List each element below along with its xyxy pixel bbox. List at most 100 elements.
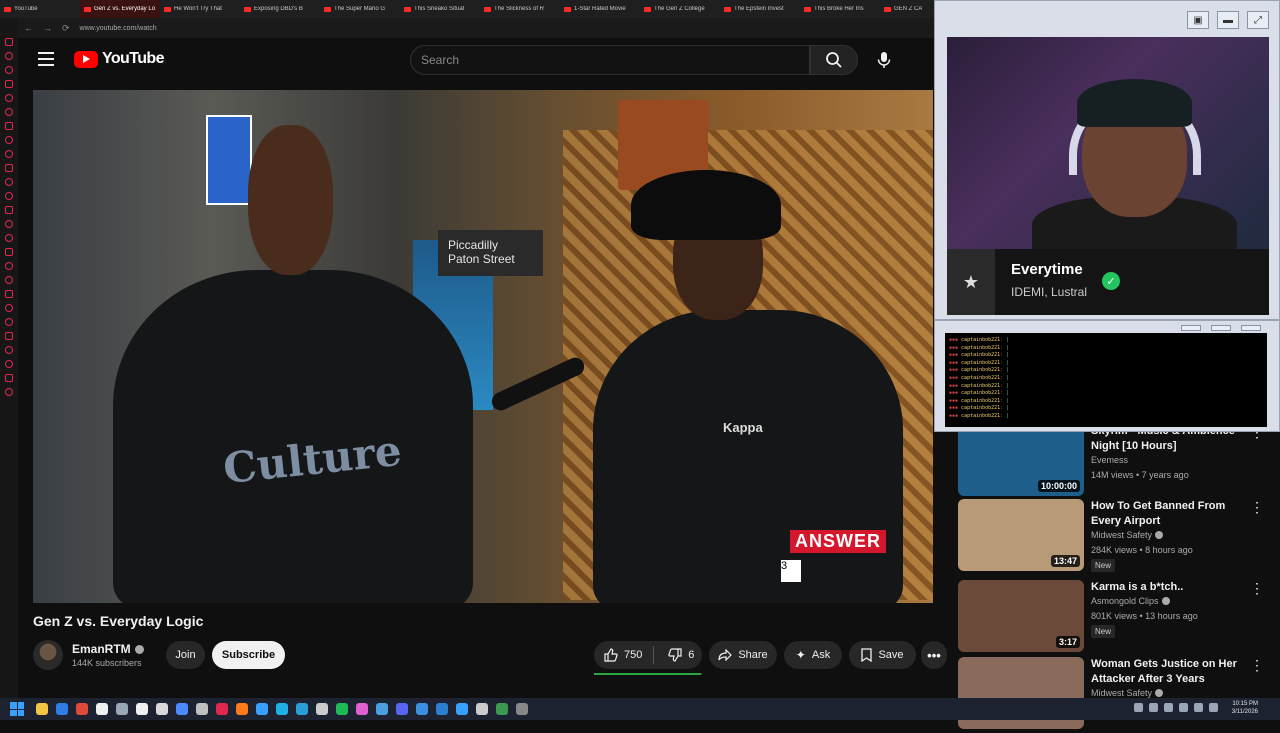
more-vertical-icon[interactable]: ⋮	[1250, 657, 1264, 674]
recommended-channel[interactable]: Evemess	[1091, 455, 1128, 465]
browser-tab[interactable]: Exposing DBD's B	[240, 0, 320, 18]
browser-tab[interactable]: This Broke Her Ins	[800, 0, 880, 18]
browser-tab[interactable]: 1-Star Rated Movie	[560, 0, 640, 18]
recommended-video[interactable]: 13:47 How To Get Banned From Every Airpor…	[958, 499, 1270, 575]
browser-tab[interactable]: This Sneako Situat	[400, 0, 480, 18]
video-player[interactable]: Piccadilly Paton Street Culture Kappa AN…	[33, 90, 933, 603]
video-thumbnail[interactable]: 10:00:00	[958, 424, 1084, 496]
taskbar-app-icon[interactable]	[476, 703, 488, 715]
browser-tab[interactable]: The Gen Z College	[640, 0, 720, 18]
taskbar-app-icon[interactable]	[136, 703, 148, 715]
back-icon[interactable]: ←	[24, 23, 33, 33]
sidebar-app-icon[interactable]	[5, 122, 13, 130]
taskbar-app-icon[interactable]	[336, 703, 348, 715]
sidebar-app-icon[interactable]	[5, 136, 13, 144]
sidebar-app-icon[interactable]	[5, 332, 13, 340]
taskbar-app-icon[interactable]	[516, 703, 528, 715]
url-field[interactable]: www.youtube.com/watch	[80, 25, 157, 32]
close-window-button[interactable]	[1241, 325, 1261, 331]
restore-window-button[interactable]: ▣	[1187, 11, 1209, 29]
taskbar-app-icon[interactable]	[296, 703, 308, 715]
youtube-logo[interactable]: YouTube	[74, 50, 164, 68]
taskbar-app-icon[interactable]	[396, 703, 408, 715]
browser-tab[interactable]: GEN Z CA	[880, 0, 940, 18]
share-button[interactable]: Share	[709, 641, 777, 669]
tray-icon[interactable]	[1134, 703, 1143, 712]
taskbar-app-icon[interactable]	[436, 703, 448, 715]
recommended-video[interactable]: 3:17 Karma is a b*tch.. Asmongold Clips 801…	[958, 580, 1270, 656]
sidebar-app-icon[interactable]	[5, 220, 13, 228]
join-button[interactable]: Join	[166, 641, 205, 669]
restore-window-button[interactable]	[1211, 325, 1231, 331]
browser-tab[interactable]: The Super Mario G	[320, 0, 400, 18]
taskbar-app-icon[interactable]	[236, 703, 248, 715]
reload-icon[interactable]: ⟳	[62, 23, 70, 34]
recommended-video[interactable]: Woman Gets Justice on Her Attacker After…	[958, 657, 1270, 733]
video-thumbnail[interactable]: 13:47	[958, 499, 1084, 571]
sidebar-app-icon[interactable]	[5, 262, 13, 270]
channel-name[interactable]: EmanRTM	[72, 642, 144, 656]
recommended-video-title[interactable]: How To Get Banned From Every Airport	[1091, 499, 1249, 529]
taskbar-app-icon[interactable]	[356, 703, 368, 715]
like-button[interactable]: 750	[594, 641, 647, 669]
voice-search-button[interactable]	[868, 44, 900, 76]
taskbar-app-icon[interactable]	[276, 703, 288, 715]
dislike-button[interactable]: 6	[660, 641, 702, 669]
sidebar-app-icon[interactable]	[5, 164, 13, 172]
sidebar-app-icon[interactable]	[5, 52, 13, 60]
taskbar-app-icon[interactable]	[316, 703, 328, 715]
minimize-window-button[interactable]	[1181, 325, 1201, 331]
volume-icon[interactable]	[1209, 703, 1218, 712]
search-input[interactable]: Search	[410, 45, 810, 75]
sidebar-app-icon[interactable]	[5, 234, 13, 242]
sidebar-app-icon[interactable]	[5, 304, 13, 312]
search-button[interactable]	[810, 45, 858, 75]
sidebar-app-icon[interactable]	[5, 94, 13, 102]
sidebar-app-icon[interactable]	[5, 80, 13, 88]
start-menu-icon[interactable]	[10, 702, 24, 716]
recommended-channel[interactable]: Asmongold Clips	[1091, 596, 1170, 606]
more-actions-button[interactable]: •••	[921, 641, 947, 669]
tray-icon[interactable]	[1149, 703, 1158, 712]
sidebar-app-icon[interactable]	[5, 66, 13, 74]
recommended-channel[interactable]: Midwest Safety	[1091, 688, 1164, 698]
taskbar-app-icon[interactable]	[256, 703, 268, 715]
browser-tab[interactable]: The Slickness of R	[480, 0, 560, 18]
forward-icon[interactable]: →	[43, 23, 52, 33]
browser-tab[interactable]: He Won't Try That	[160, 0, 240, 18]
sidebar-app-icon[interactable]	[5, 206, 13, 214]
recommended-video[interactable]: 10:00:00Skyrim - Music & Ambience Night …	[958, 424, 1270, 500]
sidebar-app-icon[interactable]	[5, 108, 13, 116]
taskbar-app-icon[interactable]	[456, 703, 468, 715]
more-vertical-icon[interactable]: ⋮	[1250, 580, 1264, 597]
sidebar-app-icon[interactable]	[5, 178, 13, 186]
subscribe-button[interactable]: Subscribe	[212, 641, 285, 669]
taskbar-app-icon[interactable]	[56, 703, 68, 715]
minimize-window-button[interactable]: ▬	[1217, 11, 1239, 29]
sidebar-app-icon[interactable]	[5, 150, 13, 158]
taskbar-app-icon[interactable]	[156, 703, 168, 715]
recommended-channel[interactable]: Midwest Safety	[1091, 530, 1164, 540]
tray-icon[interactable]	[1179, 703, 1188, 712]
video-thumbnail[interactable]: 3:17	[958, 580, 1084, 652]
wifi-icon[interactable]	[1194, 703, 1203, 712]
taskbar-app-icon[interactable]	[216, 703, 228, 715]
more-vertical-icon[interactable]: ⋮	[1250, 499, 1264, 516]
taskbar-clock[interactable]: 10:15 PM 3/11/2026	[1232, 700, 1258, 716]
taskbar-app-icon[interactable]	[176, 703, 188, 715]
sidebar-app-icon[interactable]	[5, 346, 13, 354]
taskbar-app-icon[interactable]	[496, 703, 508, 715]
fullscreen-window-button[interactable]: ⤢	[1247, 11, 1269, 29]
taskbar-app-icon[interactable]	[96, 703, 108, 715]
sidebar-app-icon[interactable]	[5, 374, 13, 382]
taskbar-app-icon[interactable]	[36, 703, 48, 715]
ask-button[interactable]: ✦ Ask	[784, 641, 842, 669]
sidebar-app-icon[interactable]	[5, 276, 13, 284]
hamburger-menu-icon[interactable]	[38, 52, 54, 66]
recommended-video-title[interactable]: Woman Gets Justice on Her Attacker After…	[1091, 657, 1249, 687]
taskbar-app-icon[interactable]	[116, 703, 128, 715]
sidebar-app-icon[interactable]	[5, 318, 13, 326]
save-button[interactable]: Save	[849, 641, 916, 669]
browser-tab[interactable]: Gen Z vs. Everyday Lo	[80, 0, 160, 18]
recommended-video-title[interactable]: Karma is a b*tch..	[1091, 580, 1249, 595]
